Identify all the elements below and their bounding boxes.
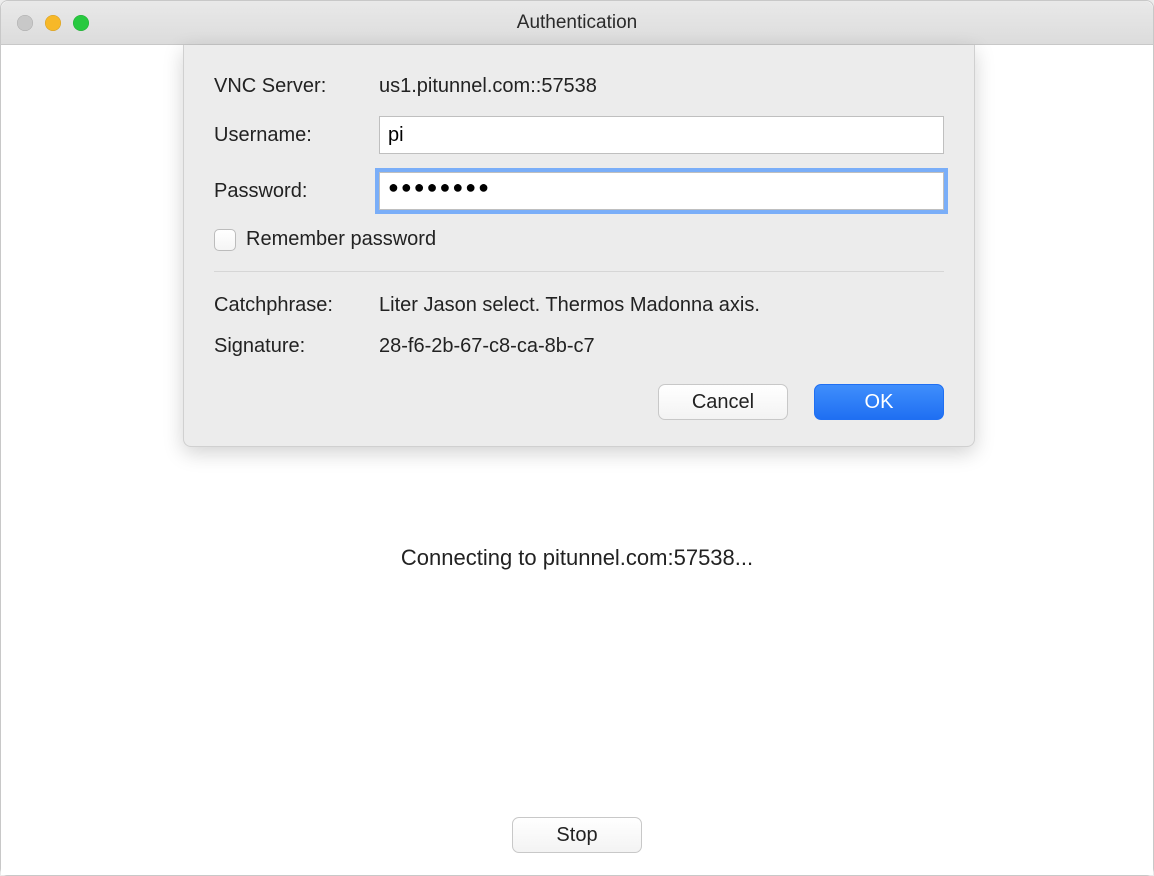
stop-button[interactable]: Stop bbox=[512, 817, 642, 853]
catchphrase-label: Catchphrase: bbox=[214, 294, 379, 317]
username-label: Username: bbox=[214, 124, 379, 147]
remember-password-label: Remember password bbox=[246, 228, 436, 251]
remember-password-checkbox[interactable] bbox=[214, 229, 236, 251]
maximize-window-icon[interactable] bbox=[73, 15, 89, 31]
divider bbox=[214, 271, 944, 272]
cancel-button[interactable]: Cancel bbox=[658, 384, 788, 420]
close-window-icon[interactable] bbox=[17, 15, 33, 31]
auth-dialog: VNC Server: us1.pitunnel.com::57538 User… bbox=[183, 45, 975, 447]
titlebar: Authentication bbox=[1, 1, 1153, 45]
dialog-button-row: Cancel OK bbox=[214, 384, 944, 420]
ok-button[interactable]: OK bbox=[814, 384, 944, 420]
username-row: Username: bbox=[214, 116, 944, 154]
window-content: VNC Server: us1.pitunnel.com::57538 User… bbox=[1, 45, 1153, 875]
catchphrase-row: Catchphrase: Liter Jason select. Thermos… bbox=[214, 294, 944, 317]
main-window: Authentication VNC Server: us1.pitunnel.… bbox=[0, 0, 1154, 876]
signature-value: 28-f6-2b-67-c8-ca-8b-c7 bbox=[379, 335, 595, 358]
password-label: Password: bbox=[214, 180, 379, 203]
remember-password-row: Remember password bbox=[214, 228, 944, 251]
vnc-server-label: VNC Server: bbox=[214, 75, 379, 98]
connecting-status: Connecting to pitunnel.com:57538... bbox=[1, 545, 1153, 571]
traffic-lights bbox=[17, 15, 89, 31]
minimize-window-icon[interactable] bbox=[45, 15, 61, 31]
signature-row: Signature: 28-f6-2b-67-c8-ca-8b-c7 bbox=[214, 335, 944, 358]
stop-button-container: Stop bbox=[1, 817, 1153, 853]
window-title: Authentication bbox=[517, 12, 637, 34]
username-input[interactable] bbox=[379, 116, 944, 154]
vnc-server-row: VNC Server: us1.pitunnel.com::57538 bbox=[214, 75, 944, 98]
catchphrase-value: Liter Jason select. Thermos Madonna axis… bbox=[379, 294, 760, 317]
password-input[interactable]: ●●●●●●●● bbox=[379, 172, 944, 210]
password-row: Password: ●●●●●●●● bbox=[214, 172, 944, 210]
signature-label: Signature: bbox=[214, 335, 379, 358]
vnc-server-value: us1.pitunnel.com::57538 bbox=[379, 75, 597, 98]
